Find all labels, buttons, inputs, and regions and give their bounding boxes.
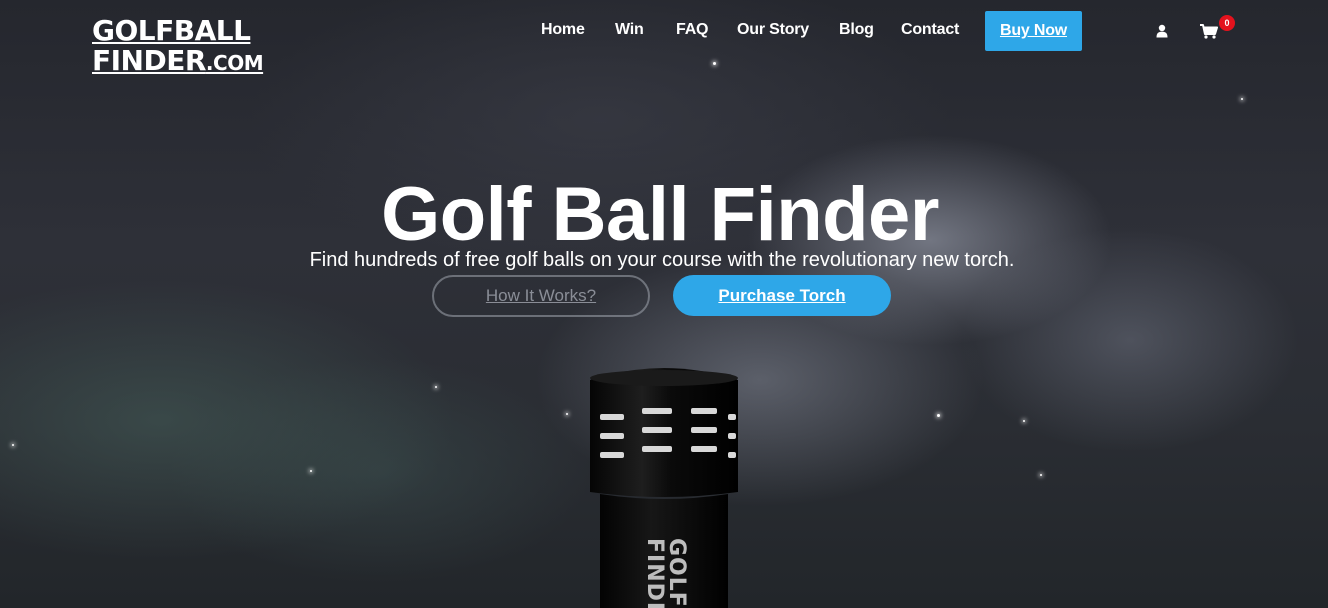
star xyxy=(1023,420,1025,422)
svg-text:FINDER: FINDER xyxy=(642,538,667,608)
nav-contact[interactable]: Contact xyxy=(901,21,959,39)
nav-blog[interactable]: Blog xyxy=(839,21,874,39)
nav-win[interactable]: Win xyxy=(615,21,644,39)
star xyxy=(937,414,940,417)
star xyxy=(1040,474,1042,476)
cart-count-badge: 0 xyxy=(1219,15,1235,31)
hero-subtitle: Find hundreds of free golf balls on your… xyxy=(309,249,1015,271)
star xyxy=(435,386,437,388)
torch-image: GOLF FINDER xyxy=(590,368,738,608)
cart-icon[interactable] xyxy=(1200,24,1218,39)
site-logo[interactable]: GOLFBALL FINDER.COM xyxy=(92,14,264,77)
purchase-torch-button[interactable]: Purchase Torch xyxy=(673,275,891,316)
how-it-works-button[interactable]: How It Works? xyxy=(432,275,650,317)
nav-home[interactable]: Home xyxy=(541,21,585,39)
user-icon[interactable] xyxy=(1156,24,1168,38)
star xyxy=(566,413,568,415)
buy-now-button[interactable]: Buy Now xyxy=(985,11,1082,51)
logo-wordmark-bottom: FINDER.COM xyxy=(92,44,264,77)
star xyxy=(12,444,14,446)
nav-faq[interactable]: FAQ xyxy=(676,21,708,39)
nav-our-story[interactable]: Our Story xyxy=(737,21,809,39)
logo-wordmark-top: GOLFBALL xyxy=(92,14,251,47)
hero-title: Golf Ball Finder xyxy=(381,171,939,257)
star xyxy=(713,62,716,65)
star xyxy=(310,470,312,472)
star xyxy=(1241,98,1243,100)
